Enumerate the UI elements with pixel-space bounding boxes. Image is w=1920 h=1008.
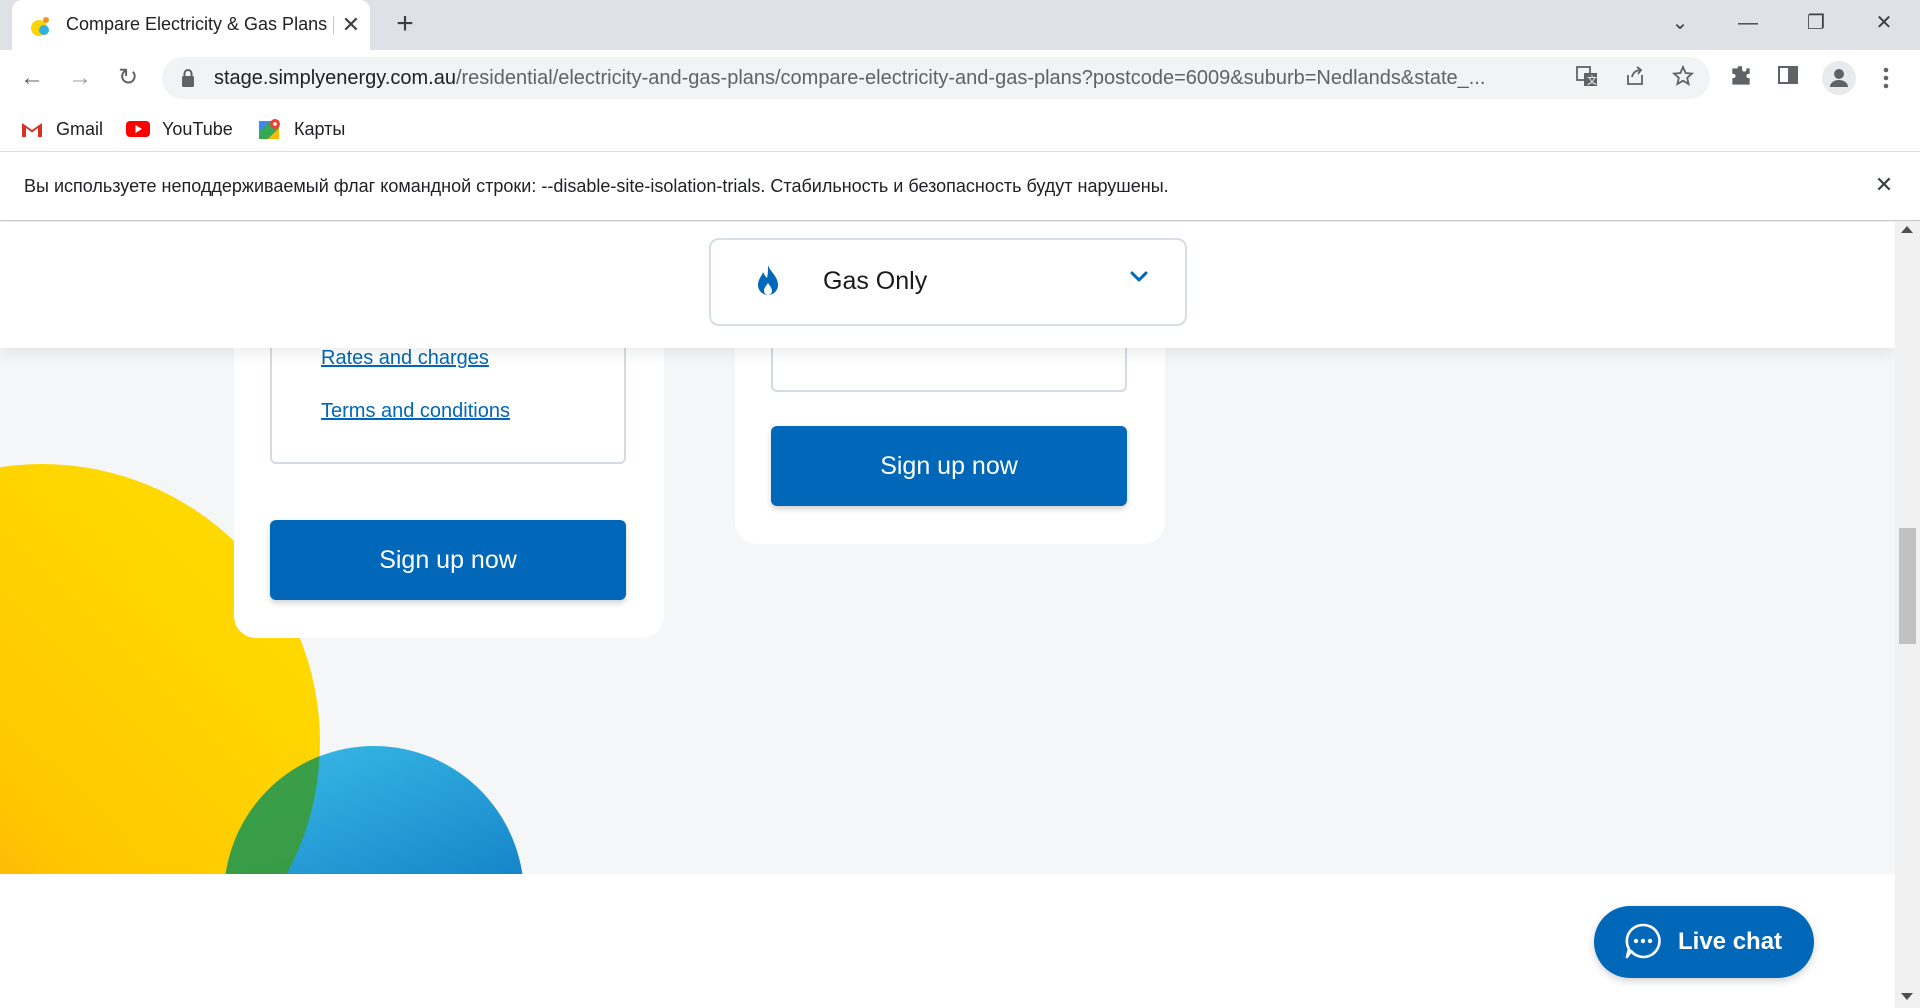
- maps-icon: [259, 119, 280, 139]
- close-window-button[interactable]: ✕: [1864, 8, 1904, 38]
- page-scrollbar[interactable]: [1895, 222, 1920, 1008]
- chat-bubble-icon: [1625, 923, 1661, 959]
- back-button[interactable]: ←: [14, 60, 50, 96]
- live-chat-button[interactable]: Live chat: [1594, 906, 1814, 978]
- share-icon[interactable]: [1622, 65, 1648, 91]
- forward-button[interactable]: →: [62, 60, 98, 96]
- chevron-down-icon: [1130, 271, 1148, 282]
- sticky-plan-header: Gas Only: [0, 222, 1895, 348]
- scroll-up-arrow-icon[interactable]: [1901, 226, 1913, 233]
- new-tab-button[interactable]: +: [390, 9, 420, 40]
- infobar-message: Вы используете неподдерживаемый флаг ком…: [24, 176, 1169, 196]
- bookmark-gmail[interactable]: Gmail: [20, 116, 103, 142]
- bookmark-label: Gmail: [56, 118, 104, 139]
- tab-strip: Compare Electricity & Gas Plans | ✕ + ⌄ …: [0, 0, 1920, 50]
- rates-and-charges-link[interactable]: Rates and charges: [321, 347, 489, 370]
- sign-up-button[interactable]: Sign up now: [771, 426, 1127, 506]
- page-viewport: Rates and charges Terms and conditions S…: [0, 222, 1895, 1008]
- minimize-button[interactable]: —: [1728, 8, 1768, 38]
- bookmark-star-icon[interactable]: [1670, 64, 1696, 91]
- translate-icon[interactable]: 文: [1574, 65, 1600, 91]
- url-host: stage.simplyenergy.com.au: [214, 67, 456, 89]
- tab-close-icon[interactable]: ✕: [338, 12, 364, 38]
- bookmark-maps[interactable]: Карты: [258, 116, 345, 142]
- youtube-icon: [126, 121, 150, 137]
- url-path: /residential/electricity-and-gas-plans/c…: [455, 67, 1486, 89]
- bookmark-label: YouTube: [162, 118, 233, 139]
- simply-energy-favicon-icon: [31, 17, 49, 36]
- profile-avatar-icon[interactable]: [1822, 61, 1856, 95]
- address-bar[interactable]: stage.simplyenergy.com.au/residential/el…: [162, 57, 1710, 99]
- menu-kebab-icon[interactable]: [1874, 63, 1898, 93]
- extensions-puzzle-icon[interactable]: [1728, 63, 1758, 93]
- bookmark-label: Карты: [294, 118, 346, 139]
- scrollbar-thumb[interactable]: [1899, 528, 1916, 644]
- unsupported-flag-infobar: Вы используете неподдерживаемый флаг ком…: [0, 153, 1920, 221]
- bookmark-youtube[interactable]: YouTube: [126, 116, 233, 142]
- infobar-close-icon[interactable]: ✕: [1870, 171, 1898, 199]
- reload-button[interactable]: ↻: [110, 60, 146, 96]
- bookmarks-bar: Gmail YouTube Карты: [0, 106, 1920, 152]
- scroll-down-arrow-icon[interactable]: [1901, 993, 1913, 1000]
- side-panel-icon[interactable]: [1776, 63, 1806, 93]
- lock-icon[interactable]: [180, 68, 196, 88]
- flame-icon: [758, 265, 778, 295]
- tab-title: Compare Electricity & Gas Plans |: [66, 14, 334, 34]
- restore-button[interactable]: ❐: [1796, 8, 1836, 38]
- browser-toolbar: ← → ↻ stage.simplyenergy.com.au/resident…: [0, 50, 1920, 106]
- browser-tab[interactable]: Compare Electricity & Gas Plans | ✕: [12, 0, 370, 50]
- sign-up-button[interactable]: Sign up now: [270, 520, 626, 600]
- gmail-icon: [22, 123, 42, 137]
- plan-type-selected: Gas Only: [823, 267, 928, 295]
- live-chat-label: Live chat: [1678, 928, 1783, 955]
- svg-text:文: 文: [1587, 74, 1597, 87]
- plan-type-dropdown[interactable]: Gas Only: [709, 238, 1187, 326]
- terms-and-conditions-link[interactable]: Terms and conditions: [321, 400, 510, 423]
- tab-search-icon[interactable]: ⌄: [1660, 8, 1700, 38]
